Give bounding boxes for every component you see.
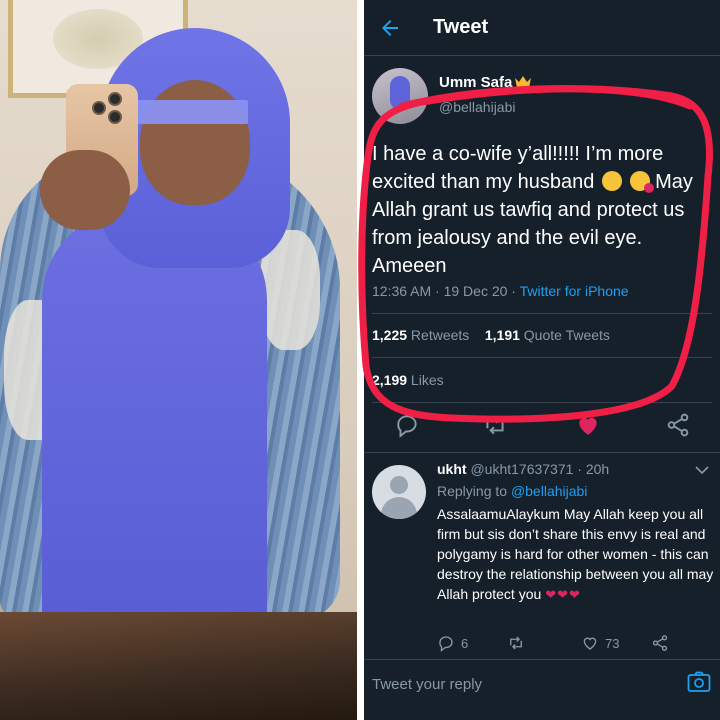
tweet-counts: 1,225 Retweets 1,191 Quote Tweets (372, 327, 610, 343)
page-title: Tweet (433, 16, 489, 38)
laughing-emoji-icon (601, 171, 622, 191)
reply-header: ukht @ukht17637371 · 20h (437, 461, 610, 477)
retweet-icon (510, 636, 522, 650)
heart-outline-icon (583, 637, 597, 650)
reply-icon[interactable] (394, 412, 420, 438)
hand (40, 150, 130, 230)
purple-dress (42, 210, 267, 620)
retweets-stat[interactable]: 1,225 Retweets (372, 327, 469, 343)
reply-share-button[interactable] (651, 632, 669, 654)
author-handle[interactable]: @bellahijabi (439, 99, 515, 115)
crown-icon (515, 76, 531, 88)
top-bar: Tweet (364, 0, 720, 56)
retweet-icon[interactable] (482, 412, 508, 438)
share-icon (652, 635, 668, 651)
tweet-actions (364, 412, 720, 442)
replying-to-line: Replying to @bellahijabi (437, 483, 588, 499)
likes-stat[interactable]: 2,199 Likes (372, 372, 444, 388)
share-icon[interactable] (665, 412, 691, 438)
tweet-meta: 12:36 AM · 19 Dec 20 · Twitter for iPhon… (372, 283, 629, 299)
reply-actions: 6 73 (437, 632, 717, 654)
reply-author-name[interactable]: ukht (437, 461, 467, 477)
mirror-frame-edge (0, 612, 357, 720)
reply-text: AssalaamuAlaykum May Allah keep you all … (437, 506, 714, 602)
reply-avatar[interactable] (372, 465, 426, 519)
red-hearts-emoji-icon: ❤❤❤ (545, 587, 581, 602)
chevron-down-icon[interactable] (694, 463, 710, 477)
collage-divider (357, 0, 364, 720)
reply-retweet-button[interactable] (507, 632, 525, 654)
reply-author-handle[interactable]: @ukht17637371 (470, 461, 573, 477)
camera-icon[interactable] (687, 671, 711, 693)
reply-like-button[interactable]: 73 (581, 632, 619, 654)
quote-tweets-stat[interactable]: 1,191 Quote Tweets (485, 327, 610, 343)
tweet-text: I have a co-wife y’all!!!!! I’m more exc… (372, 143, 693, 277)
author-avatar[interactable] (372, 68, 428, 124)
tweet-source-link[interactable]: Twitter for iPhone (520, 283, 629, 299)
reply-composer (364, 660, 720, 720)
eye-censor-bar (128, 100, 248, 124)
reply-icon (439, 636, 453, 652)
back-arrow-icon[interactable] (378, 16, 402, 40)
heart-icon[interactable] (575, 412, 601, 438)
twitter-screen: Tweet Umm Safa @bellahijabi I have a co-… (364, 0, 720, 720)
author-name[interactable]: Umm Safa (439, 74, 512, 91)
reply-reply-button[interactable]: 6 (437, 632, 468, 654)
replying-to-link[interactable]: @bellahijabi (511, 483, 587, 499)
reply-input[interactable] (372, 672, 672, 696)
mirror-selfie-photo (0, 0, 357, 720)
hugging-emoji-icon (629, 171, 654, 193)
face (140, 80, 250, 205)
